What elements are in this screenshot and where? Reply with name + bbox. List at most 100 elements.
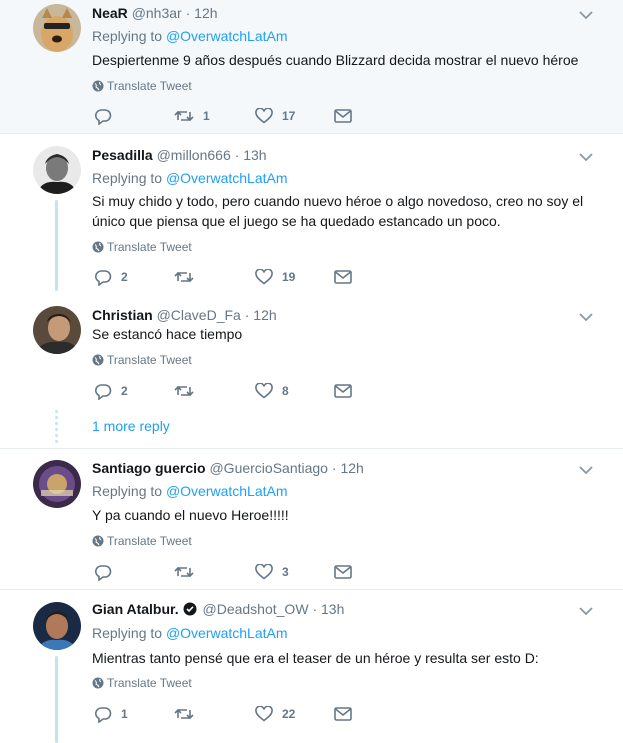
display-name[interactable]: NeaR bbox=[92, 5, 128, 21]
reply-button[interactable] bbox=[94, 562, 121, 582]
translate-tweet-link[interactable]: Translate Tweet bbox=[92, 239, 192, 255]
mention-link[interactable]: @OverwatchLatAm bbox=[166, 28, 288, 44]
dm-button[interactable] bbox=[334, 704, 352, 724]
thread-line bbox=[55, 200, 58, 291]
handle[interactable]: @millon666 bbox=[157, 147, 231, 163]
retweet-icon bbox=[174, 385, 194, 397]
tweet-text: Y pa cuando el nuevo Heroe!!!!! bbox=[92, 507, 289, 523]
globe-icon bbox=[92, 241, 104, 253]
like-button[interactable]: 22 bbox=[255, 704, 295, 724]
replying-label: Replying to bbox=[92, 170, 163, 186]
chevron-down-icon[interactable] bbox=[578, 464, 594, 476]
translate-label: Translate Tweet bbox=[107, 534, 192, 548]
reply-icon bbox=[95, 269, 112, 286]
portrait-avatar-image bbox=[33, 146, 81, 194]
globe-icon bbox=[92, 80, 104, 92]
retweet-button[interactable] bbox=[174, 562, 203, 582]
display-name[interactable]: Santiago guercio bbox=[92, 460, 206, 476]
display-name[interactable]: Gian Atalbur. bbox=[92, 601, 179, 617]
translate-tweet-link[interactable]: Translate Tweet bbox=[92, 352, 192, 368]
tweet-pesadilla[interactable]: Pesadilla @millon666 · 13h Replying to @… bbox=[0, 134, 623, 291]
like-button[interactable]: 3 bbox=[255, 562, 289, 582]
chevron-down-icon[interactable] bbox=[578, 605, 594, 617]
reply-button[interactable]: 2 bbox=[94, 381, 128, 401]
tweet-santiago[interactable]: Santiago guercio @GuercioSantiago · 12h … bbox=[0, 449, 623, 589]
timestamp[interactable]: 13h bbox=[321, 601, 344, 617]
like-button[interactable]: 19 bbox=[255, 267, 295, 287]
reply-button[interactable] bbox=[94, 106, 121, 126]
avatar[interactable] bbox=[33, 4, 81, 52]
retweet-count: 1 bbox=[203, 109, 210, 123]
retweet-button[interactable] bbox=[174, 267, 203, 287]
mention-link[interactable]: @OverwatchLatAm bbox=[166, 483, 288, 499]
like-icon bbox=[255, 706, 273, 722]
like-count: 8 bbox=[282, 384, 289, 398]
tweet-gian[interactable]: Gian Atalbur. @Deadshot_OW · 13h Replyin… bbox=[0, 590, 623, 743]
avatar[interactable] bbox=[33, 306, 81, 354]
reply-icon bbox=[95, 383, 112, 400]
tweet-header: Pesadilla @millon666 · 13h bbox=[92, 145, 267, 165]
reply-icon bbox=[95, 706, 112, 723]
translate-tweet-link[interactable]: Translate Tweet bbox=[92, 675, 192, 691]
handle[interactable]: @GuercioSantiago bbox=[209, 460, 328, 476]
mention-link[interactable]: @OverwatchLatAm bbox=[166, 625, 288, 641]
like-button[interactable]: 17 bbox=[255, 106, 295, 126]
reply-count: 2 bbox=[121, 384, 128, 398]
dm-icon bbox=[334, 707, 352, 721]
translate-tweet-link[interactable]: Translate Tweet bbox=[92, 533, 192, 549]
tweet-christian[interactable]: Christian @ClaveD_Fa · 12h Se estancó ha… bbox=[0, 291, 623, 448]
reply-icon bbox=[95, 108, 112, 125]
show-more-replies-link[interactable]: 1 more reply bbox=[92, 417, 170, 435]
handle[interactable]: @nh3ar bbox=[132, 5, 182, 21]
tweet-actions: 1 22 bbox=[92, 704, 392, 724]
handle[interactable]: @ClaveD_Fa bbox=[157, 307, 241, 323]
timestamp[interactable]: 12h bbox=[253, 307, 276, 323]
dm-icon bbox=[334, 565, 352, 579]
globe-icon bbox=[92, 354, 104, 366]
avatar[interactable] bbox=[33, 146, 81, 194]
separator-dot: · bbox=[312, 601, 318, 617]
mention-link[interactable]: @OverwatchLatAm bbox=[166, 170, 288, 186]
dm-button[interactable] bbox=[334, 267, 352, 287]
replying-to: Replying to @OverwatchLatAm bbox=[92, 624, 288, 642]
tweet-text: Despiertenme 9 años después cuando Blizz… bbox=[92, 52, 579, 68]
replying-label: Replying to bbox=[92, 625, 163, 641]
like-count: 19 bbox=[282, 270, 296, 284]
dm-button[interactable] bbox=[334, 562, 352, 582]
display-name[interactable]: Pesadilla bbox=[92, 147, 153, 163]
separator-dot: · bbox=[185, 5, 191, 21]
retweet-button[interactable] bbox=[174, 704, 203, 724]
replying-to: Replying to @OverwatchLatAm bbox=[92, 482, 288, 500]
like-icon bbox=[255, 564, 273, 580]
verified-icon bbox=[183, 602, 197, 616]
timestamp[interactable]: 13h bbox=[243, 147, 266, 163]
like-icon bbox=[255, 269, 273, 285]
reply-button[interactable]: 2 bbox=[94, 267, 128, 287]
display-name[interactable]: Christian bbox=[92, 307, 153, 323]
tweet-actions: 2 19 bbox=[92, 267, 392, 287]
tweet-text: Se estancó hace tiempo bbox=[92, 326, 243, 342]
timestamp[interactable]: 12h bbox=[194, 5, 217, 21]
translate-label: Translate Tweet bbox=[107, 240, 192, 254]
retweet-button[interactable] bbox=[174, 381, 203, 401]
tweet-near[interactable]: NeaR @nh3ar · 12h Replying to @Overwatch… bbox=[0, 0, 623, 133]
chevron-down-icon[interactable] bbox=[578, 151, 594, 163]
dm-button[interactable] bbox=[334, 381, 352, 401]
reply-button[interactable]: 1 bbox=[94, 704, 128, 724]
tweet-header: NeaR @nh3ar · 12h bbox=[92, 3, 218, 23]
separator-dot: · bbox=[244, 307, 250, 323]
avatar[interactable] bbox=[33, 602, 81, 650]
retweet-button[interactable]: 1 bbox=[174, 106, 210, 126]
chevron-down-icon[interactable] bbox=[578, 9, 594, 21]
translate-tweet-link[interactable]: Translate Tweet bbox=[92, 78, 192, 94]
avatar[interactable] bbox=[33, 460, 81, 508]
portrait-avatar-image bbox=[33, 306, 81, 354]
chevron-down-icon[interactable] bbox=[578, 311, 594, 323]
like-count: 22 bbox=[282, 707, 296, 721]
handle[interactable]: @Deadshot_OW bbox=[203, 601, 309, 617]
dm-icon bbox=[334, 109, 352, 123]
timestamp[interactable]: 12h bbox=[340, 460, 363, 476]
like-button[interactable]: 8 bbox=[255, 381, 289, 401]
dm-button[interactable] bbox=[334, 106, 352, 126]
retweet-icon bbox=[174, 271, 194, 283]
